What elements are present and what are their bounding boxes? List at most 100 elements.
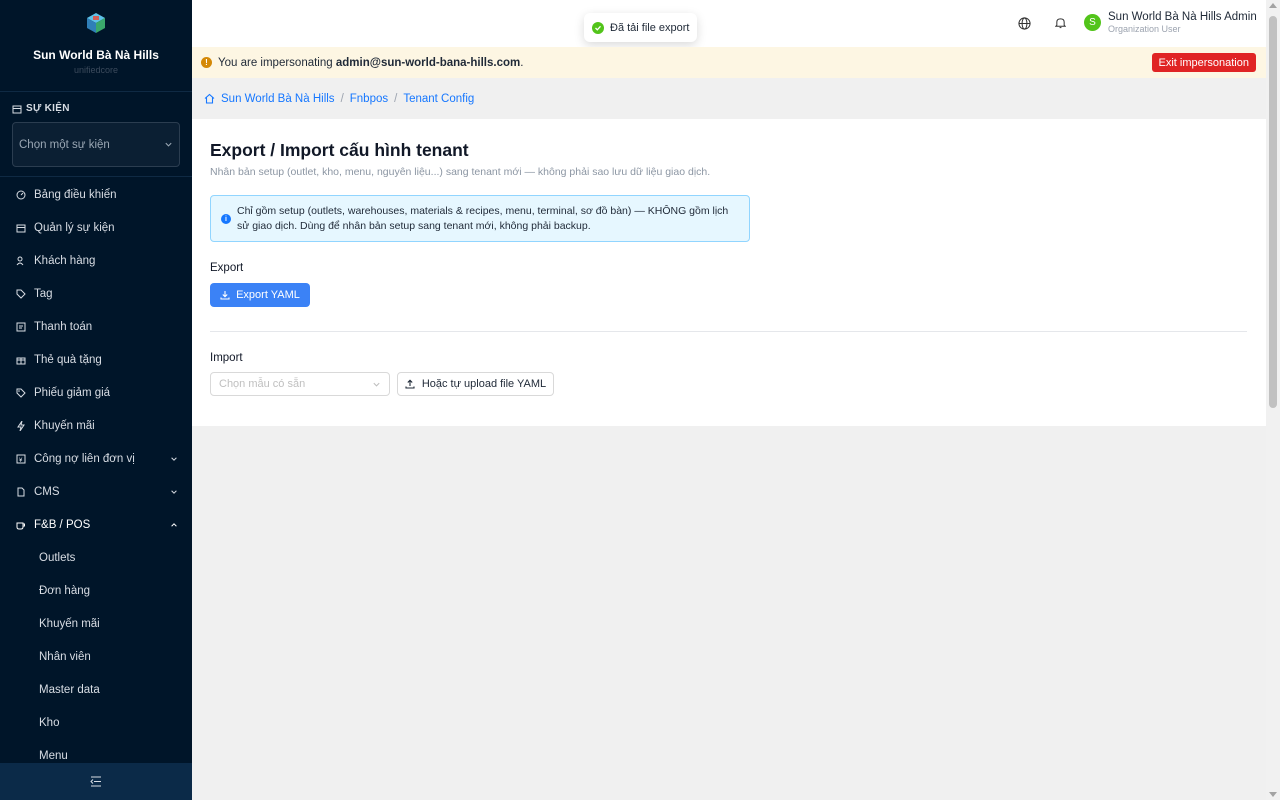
export-yaml-label: Export YAML [236,289,300,301]
globe-icon [1017,16,1031,30]
import-section-label: Import [210,352,243,364]
lightning-icon [17,420,25,431]
sidebar-item-intercompany-debt[interactable]: ¥ Công nợ liên đơn vị [0,442,192,475]
home-icon [204,93,215,104]
chevron-down-icon [373,382,380,387]
scroll-up-arrow[interactable] [1269,3,1277,8]
event-section-label: SỰ KIỆN [12,103,70,114]
coupon-icon [16,388,26,398]
org-subtitle: unifiedcore [73,65,119,75]
ledger-icon: ¥ [16,454,26,464]
top-header: Đã tải file export S Sun World Bà Nà Hil… [192,0,1266,47]
gift-icon [16,357,26,364]
event-section-text: SỰ KIỆN [26,103,70,114]
exit-impersonation-button[interactable]: Exit impersonation [1151,53,1256,72]
sidebar-divider [0,176,192,177]
calendar-icon [16,224,26,232]
sidebar-subitem-outlets[interactable]: Outlets [0,541,192,574]
avatar: S [1084,14,1101,31]
sidebar-item-cms[interactable]: CMS [0,475,192,508]
sidebar-item-label: Công nợ liên đơn vị [34,452,135,465]
section-divider [210,331,1247,332]
sidebar-collapse-button[interactable] [0,763,192,800]
chevron-down-icon [171,456,177,461]
page-title: Export / Import cấu hình tenant [210,140,469,160]
template-select[interactable]: Chọn mẫu có sẵn [210,372,390,396]
sidebar-item-label: Thanh toán [34,320,93,333]
logo-icon [87,13,105,33]
export-yaml-button[interactable]: Export YAML [210,283,310,307]
impersonation-suffix: . [520,56,524,69]
chevron-up-icon [171,522,177,527]
sidebar-brand: Sun World Bà Nà Hills unifiedcore [0,0,192,92]
event-select[interactable]: Chọn một sự kiện [12,122,180,167]
breadcrumb: Sun World Bà Nà Hills / Fnbpos / Tenant … [192,78,1266,119]
sidebar-item-promotions[interactable]: Khuyến mãi [0,409,192,442]
check-circle-icon [592,21,604,34]
page-scrollbar[interactable] [1266,0,1280,800]
document-icon [17,487,25,496]
template-select-placeholder: Chọn mẫu có sẵn [219,378,306,390]
impersonation-email: admin@sun-world-bana-hills.com [335,56,521,69]
notifications-button[interactable] [1053,16,1067,30]
sidebar-item-label: Quản lý sự kiện [34,221,115,234]
impersonation-banner: ! You are impersonating admin@sun-world-… [192,47,1266,78]
tag-icon [16,289,26,299]
chevron-down-icon [165,142,172,147]
breadcrumb-fnbpos[interactable]: Fnbpos [350,93,388,105]
sidebar-item-coupons[interactable]: Phiếu giảm giá [0,376,192,409]
impersonation-prefix: You are impersonating [218,56,333,69]
upload-yaml-button[interactable]: Hoặc tự upload file YAML [397,372,554,396]
page-subtitle: Nhân bản setup (outlet, kho, menu, nguyê… [210,166,711,178]
sidebar: Sun World Bà Nà Hills unifiedcore SỰ KIỆ… [0,0,192,800]
sidebar-item-label: Khách hàng [34,254,96,267]
bell-icon [1054,18,1066,29]
warning-icon: ! [201,57,212,68]
sidebar-subitem-master-data[interactable]: Master data [0,673,192,706]
sidebar-item-label: Thẻ quà tặng [34,353,102,366]
sidebar-item-dashboard[interactable]: Bảng điều khiển [0,178,192,211]
coffee-icon [16,522,25,529]
download-icon [220,291,230,300]
breadcrumb-separator: / [340,92,344,105]
scroll-thumb[interactable] [1269,16,1277,408]
upload-icon [405,379,415,389]
calendar-icon [12,105,22,113]
success-toast: Đã tải file export [584,13,698,42]
info-alert: i Chỉ gồm setup (outlets, warehouses, ma… [210,195,750,242]
sidebar-item-label: Bảng điều khiển [34,188,117,201]
sidebar-subitem-warehouse[interactable]: Kho [0,706,192,739]
menu-fold-icon [90,776,101,787]
user-menu[interactable]: S Sun World Bà Nà Hills Admin Organizati… [1084,11,1257,34]
scroll-down-arrow[interactable] [1269,792,1277,797]
sidebar-item-events[interactable]: Quản lý sự kiện [0,211,192,244]
breadcrumb-home[interactable]: Sun World Bà Nà Hills [221,93,335,105]
sidebar-item-label: Khuyến mãi [34,419,95,432]
chevron-down-icon [171,489,177,494]
org-name: Sun World Bà Nà Hills [33,48,159,62]
event-select-placeholder: Chọn một sự kiện [19,138,110,151]
export-section-label: Export [210,262,244,274]
sidebar-item-fnb-pos[interactable]: F&B / POS [0,508,192,541]
sidebar-subitem-staff[interactable]: Nhân viên [0,640,192,673]
tenant-config-card: Export / Import cấu hình tenant Nhân bản… [192,119,1266,426]
sidebar-subitem-orders[interactable]: Đơn hàng [0,574,192,607]
user-name: Sun World Bà Nà Hills Admin [1108,11,1257,23]
sidebar-item-customers[interactable]: Khách hàng [0,244,192,277]
sidebar-item-payment[interactable]: Thanh toán [0,310,192,343]
payment-icon [16,322,26,331]
language-button[interactable] [1017,16,1031,30]
sidebar-subitem-promotions[interactable]: Khuyến mãi [0,607,192,640]
info-text: Chỉ gồm setup (outlets, warehouses, mate… [237,205,729,232]
sidebar-menu: Bảng điều khiển Quản lý sự kiện Khách hà… [0,178,192,772]
breadcrumb-tenant-config[interactable]: Tenant Config [403,93,474,105]
info-icon: i [221,214,231,224]
users-icon [16,256,24,265]
sidebar-item-giftcards[interactable]: Thẻ quà tặng [0,343,192,376]
sidebar-item-label: CMS [34,485,60,498]
upload-yaml-label: Hoặc tự upload file YAML [421,378,547,390]
sidebar-item-tag[interactable]: Tag [0,277,192,310]
user-role: Organization User [1108,24,1181,34]
breadcrumb-separator: / [394,92,398,105]
sidebar-item-label: Phiếu giảm giá [34,386,111,399]
